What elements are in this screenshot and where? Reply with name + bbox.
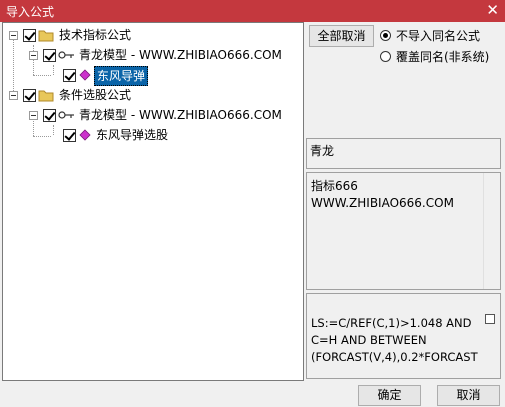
formula-checkbox[interactable]	[63, 129, 76, 142]
window-title: 导入公式	[6, 5, 55, 19]
formula-name: 青龙	[310, 144, 335, 158]
model-checkbox[interactable]	[43, 49, 56, 62]
deselect-all-button[interactable]: 全部取消	[309, 25, 374, 47]
tree-node-formula[interactable]: 东风导弹	[3, 66, 301, 86]
folder-icon	[38, 90, 54, 102]
code-line: LS:=C/REF(C,1)>1.048 AND	[311, 316, 472, 330]
formula-name-box: 青龙	[306, 138, 501, 169]
description-box[interactable]: 指标666 WWW.ZHIBIAO666.COM	[306, 172, 501, 290]
radio-no-import-label[interactable]: 不导入同名公式	[396, 27, 480, 44]
formula-icon	[79, 129, 91, 141]
cancel-button[interactable]: 取消	[437, 385, 500, 406]
code-line: (FORCAST(V,4),0.2*FORCAST	[311, 350, 478, 364]
group-label: 条件选股公式	[59, 88, 132, 102]
key-icon	[58, 51, 74, 59]
group-checkbox[interactable]	[23, 89, 36, 102]
scrollbar[interactable]	[483, 173, 500, 289]
folder-icon	[38, 30, 54, 42]
title-bar: 导入公式 ✕	[0, 0, 505, 22]
import-formula-dialog: 导入公式 ✕ 技术指标公式 青龙模型 - WWW.ZHIBIAO666.COM …	[0, 0, 505, 407]
tree-node-model[interactable]: 青龙模型 - WWW.ZHIBIAO666.COM	[3, 46, 301, 64]
group-checkbox[interactable]	[23, 29, 36, 42]
formula-label: 东风导弹选股	[96, 128, 169, 142]
description-line: WWW.ZHIBIAO666.COM	[311, 196, 454, 210]
code-line: C=H AND BETWEEN	[311, 333, 427, 347]
tree-node-group[interactable]: 技术指标公式	[3, 26, 301, 44]
description-line: 指标666	[311, 179, 358, 193]
collapse-icon[interactable]	[9, 91, 18, 100]
formula-tree[interactable]: 技术指标公式 青龙模型 - WWW.ZHIBIAO666.COM 东风导弹 条件…	[2, 22, 304, 381]
model-label: 青龙模型 - WWW.ZHIBIAO666.COM	[79, 48, 282, 62]
tree-node-group[interactable]: 条件选股公式	[3, 86, 301, 104]
group-label: 技术指标公式	[59, 28, 132, 42]
model-checkbox[interactable]	[43, 109, 56, 122]
formula-label: 东风导弹	[94, 66, 149, 86]
code-checkbox[interactable]	[485, 314, 495, 324]
tree-node-model[interactable]: 青龙模型 - WWW.ZHIBIAO666.COM	[3, 106, 301, 124]
collapse-icon[interactable]	[29, 111, 38, 120]
code-box[interactable]: LS:=C/REF(C,1)>1.048 AND C=H AND BETWEEN…	[306, 293, 501, 379]
model-label: 青龙模型 - WWW.ZHIBIAO666.COM	[79, 108, 282, 122]
formula-checkbox[interactable]	[63, 69, 76, 82]
collapse-icon[interactable]	[29, 51, 38, 60]
tree-node-formula[interactable]: 东风导弹选股	[3, 126, 301, 144]
ok-button[interactable]: 确定	[358, 385, 421, 406]
collapse-icon[interactable]	[9, 31, 18, 40]
formula-icon	[79, 69, 91, 81]
radio-no-import[interactable]	[380, 30, 391, 41]
close-icon[interactable]: ✕	[486, 1, 499, 19]
key-icon	[58, 111, 74, 119]
radio-overwrite-label[interactable]: 覆盖同名(非系统)	[396, 48, 489, 65]
radio-overwrite[interactable]	[380, 51, 391, 62]
